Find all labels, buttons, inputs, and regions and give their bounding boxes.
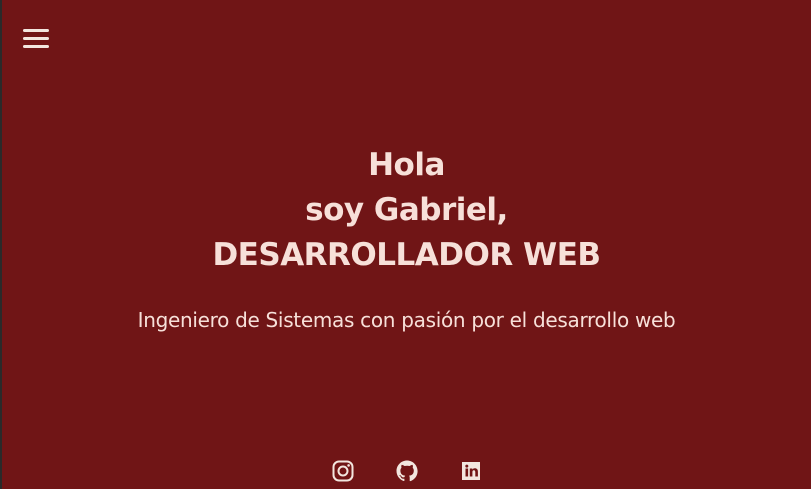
hamburger-line (23, 37, 49, 40)
hero-subtitle: Ingeniero de Sistemas con pasión por el … (137, 308, 676, 332)
github-icon (396, 460, 418, 482)
instagram-icon (332, 460, 353, 482)
hero-section: Hola soy Gabriel, DESARROLLADOR WEB (2, 143, 811, 278)
hamburger-menu-icon (23, 29, 49, 32)
page: Hola soy Gabriel, DESARROLLADOR WEB Inge… (2, 0, 811, 489)
instagram-link[interactable] (331, 459, 355, 483)
linkedin-icon (461, 462, 480, 480)
hamburger-line (23, 45, 49, 48)
social-links (2, 459, 811, 483)
hero-heading: Hola soy Gabriel, DESARROLLADOR WEB (2, 143, 811, 278)
linkedin-link[interactable] (459, 459, 483, 483)
hamburger-menu-button[interactable] (21, 26, 51, 52)
hero-greeting: Hola (368, 147, 445, 183)
hero-role: DESARROLLADOR WEB (212, 237, 601, 273)
hero-name: soy Gabriel, (305, 192, 508, 228)
github-link[interactable] (395, 459, 419, 483)
